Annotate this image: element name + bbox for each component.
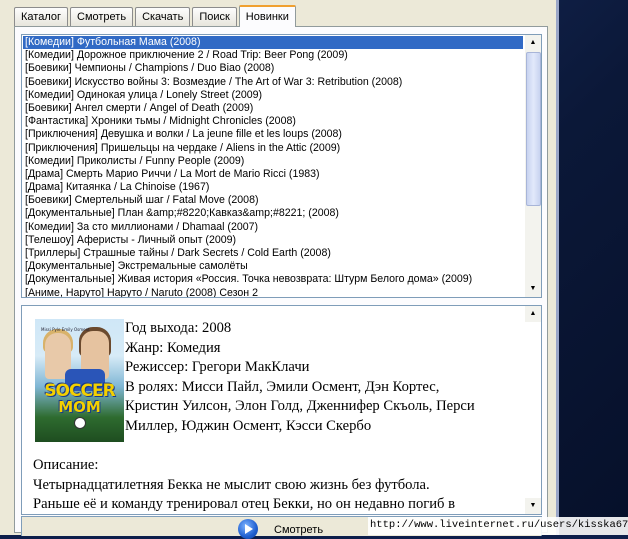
list-item[interactable]: [Боевики] Ангел смерти / Angel of Death …	[23, 102, 523, 115]
list-item[interactable]: [Документальные] Экстремальные самолёты	[23, 260, 523, 273]
movie-listbox[interactable]: [Комедии] Футбольная Мама (2008) [Комедии…	[21, 34, 542, 298]
list-item[interactable]: [Приключения] Пришельцы на чердаке / Ali…	[23, 142, 523, 155]
list-item[interactable]: [Драма] Смерть Марио Риччи / La Mort de …	[23, 168, 523, 181]
description-label: Описание:	[33, 457, 99, 473]
movie-detail-panel: Missi Pyle Emily Osment SOCCER MOM Год в…	[21, 305, 542, 515]
list-item[interactable]: [Аниме, Наруто] Наруто / Naruto (2008) С…	[23, 287, 523, 297]
list-item[interactable]: [Комедии] За сто миллионами / Dhamaal (2…	[23, 221, 523, 234]
movie-cast-line: Миллер, Юджин Осмент, Кэсси Скербо	[125, 417, 372, 434]
list-item[interactable]: [Боевики] Смертельный шаг / Fatal Move (…	[23, 194, 523, 207]
scroll-thumb[interactable]	[526, 52, 541, 206]
tab-strip: Каталог Смотреть Скачать Поиск Новинки	[14, 4, 298, 27]
movie-poster: Missi Pyle Emily Osment SOCCER MOM	[35, 319, 124, 442]
soccer-ball-icon	[74, 417, 86, 429]
description-line: Четырнадцатилетняя Бекка не мыслит свою …	[33, 476, 430, 493]
movie-cast-line: В ролях: Мисси Пайл, Эмили Осмент, Дэн К…	[125, 378, 440, 395]
list-item[interactable]: [Боевики] Искусство войны 3: Возмездие /…	[23, 76, 523, 89]
list-item[interactable]: [Документальные] Живая история «Россия. …	[23, 273, 523, 286]
movie-director: Режиссер: Грегори МакКлачи	[125, 359, 310, 375]
tab-watch[interactable]: Смотреть	[70, 7, 134, 26]
watermark-url: http://www.liveinternet.ru/users/kisska6…	[370, 519, 628, 531]
detail-scrollbar[interactable]: ▲ ▼	[525, 306, 541, 514]
window-border	[556, 0, 559, 535]
poster-title-line2: MOM	[58, 398, 101, 416]
scroll-down-icon[interactable]: ▼	[525, 281, 541, 297]
detail-scroll-down-icon[interactable]: ▼	[525, 498, 541, 514]
scroll-up-icon[interactable]: ▲	[525, 35, 541, 51]
list-scrollbar[interactable]: ▲ ▼	[525, 35, 541, 297]
list-item[interactable]: [Документальные] План &amp;#8220;Кавказ&…	[23, 207, 523, 220]
list-item[interactable]: [Фантастика] Хроники тьмы / Midnight Chr…	[23, 115, 523, 128]
list-item[interactable]: [Боевики] Чемпионы / Champions / Duo Bia…	[23, 62, 523, 75]
tab-new-releases[interactable]: Новинки	[238, 5, 296, 27]
movie-info: Год выхода: 2008 Жанр: Комедия Режиссер:…	[125, 319, 525, 436]
list-item[interactable]: [Комедии] Футбольная Мама (2008)	[23, 36, 523, 50]
list-item[interactable]: [Телешоу] Аферисты - Личный опыт (2009)	[23, 234, 523, 247]
movie-genre: Жанр: Комедия	[125, 339, 221, 356]
tab-download[interactable]: Скачать	[135, 7, 191, 26]
play-icon[interactable]	[238, 519, 258, 539]
movie-year: Год выхода: 2008	[125, 320, 232, 336]
list-item[interactable]: [Триллеры] Страшные тайны / Dark Secrets…	[23, 247, 523, 260]
app-window: Каталог Смотреть Скачать Поиск Новинки […	[0, 0, 556, 539]
movie-description: Описание: Четырнадцатилетняя Бекка не мы…	[33, 456, 529, 514]
list-item[interactable]: [Комедии] Дорожное приключение 2 / Road …	[23, 49, 523, 62]
tab-catalog[interactable]: Каталог	[14, 7, 68, 26]
watch-button[interactable]: Смотреть	[274, 524, 323, 536]
poster-actor-names: Missi Pyle Emily Osment	[41, 327, 90, 332]
description-line: Раньше её и команду тренировал отец Бекк…	[33, 496, 456, 512]
tab-search[interactable]: Поиск	[192, 7, 237, 26]
list-item[interactable]: [Комедии] Одинокая улица / Lonely Street…	[23, 89, 523, 102]
movie-cast-line: Кристин Уилсон, Элон Голд, Дженнифер Скъ…	[125, 398, 475, 414]
list-item[interactable]: [Приключения] Девушка и волки / La jeune…	[23, 128, 523, 141]
movie-list: [Комедии] Футбольная Мама (2008) [Комедии…	[23, 36, 523, 297]
list-item[interactable]: [Драма] Китаянка / La Chinoise (1967)	[23, 181, 523, 194]
detail-scroll-up-icon[interactable]: ▲	[525, 306, 541, 322]
list-item[interactable]: [Комедии] Приколисты / Funny People (200…	[23, 155, 523, 168]
